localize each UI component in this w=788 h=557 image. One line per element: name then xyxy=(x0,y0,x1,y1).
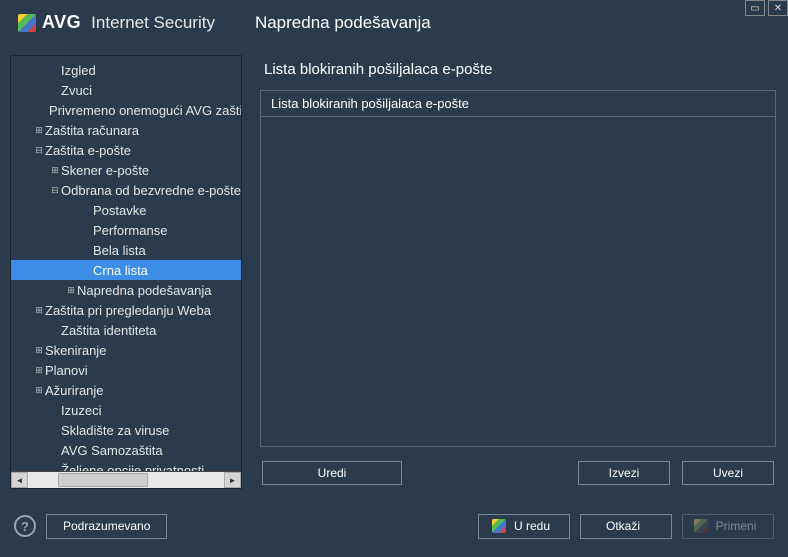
tree-item-label: Željene opcije privatnosti xyxy=(61,463,204,472)
tree-item-label: Zaštita računara xyxy=(45,123,139,138)
avg-shield-icon xyxy=(18,14,36,32)
tree-item-label: Izgled xyxy=(61,63,96,78)
help-icon[interactable]: ? xyxy=(14,515,36,537)
ok-label: U redu xyxy=(514,519,550,533)
minimize-button[interactable]: ▭ xyxy=(745,0,765,16)
tree-item-napredna-sub[interactable]: ⊞Napredna podešavanja xyxy=(11,280,241,300)
tree-item-zastita-identiteta[interactable]: Zaštita identiteta xyxy=(11,320,241,340)
close-button[interactable]: ✕ xyxy=(768,0,788,16)
scroll-left-button[interactable]: ◄ xyxy=(11,472,28,488)
apply-button[interactable]: Primeni xyxy=(682,514,774,539)
tree-item-label: Privremeno onemogući AVG zaštitu xyxy=(49,103,241,118)
tree-item-label: Izuzeci xyxy=(61,403,101,418)
tree-item-label: Planovi xyxy=(45,363,88,378)
scroll-track[interactable] xyxy=(28,472,224,488)
list-column-header: Lista blokiranih pošiljalaca e-pošte xyxy=(261,91,775,117)
tree-item-label: Napredna podešavanja xyxy=(77,283,211,298)
window-controls: ▭ ✕ xyxy=(745,0,788,16)
tree-item-label: Performanse xyxy=(93,223,167,238)
tree-expander-icon[interactable]: ⊟ xyxy=(33,145,45,156)
tree-item-label: Odbrana od bezvredne e-pošte xyxy=(61,183,241,198)
tree-item-label: Zvuci xyxy=(61,83,92,98)
tree-expander-icon[interactable]: ⊞ xyxy=(65,285,77,296)
tree-item-zvuci[interactable]: Zvuci xyxy=(11,80,241,100)
footer: ? Podrazumevano U redu Otkaži Primeni xyxy=(0,499,788,553)
sidebar: Izgled Zvuci Privremeno onemogući AVG zašt… xyxy=(10,55,242,489)
ok-button[interactable]: U redu xyxy=(478,514,570,539)
apply-label: Primeni xyxy=(716,519,757,533)
window-title: Napredna podešavanja xyxy=(255,13,431,33)
tree-expander-icon[interactable]: ⊞ xyxy=(33,345,45,356)
blocked-senders-list[interactable]: Lista blokiranih pošiljalaca e-pošte xyxy=(260,90,776,447)
tree-item-performanse[interactable]: Performanse xyxy=(11,220,241,240)
tree-item-izuzeci[interactable]: Izuzeci xyxy=(11,400,241,420)
tree-expander-icon[interactable]: ⊞ xyxy=(33,125,45,136)
export-button[interactable]: Izvezi xyxy=(578,461,670,485)
cancel-label: Otkaži xyxy=(606,519,640,533)
title-bar: AVG Internet Security Napredna podešavan… xyxy=(0,0,788,45)
app-logo: AVG Internet Security xyxy=(18,12,215,33)
tree-item-label: Bela lista xyxy=(93,243,146,258)
tree-item-privremeno[interactable]: Privremeno onemogući AVG zaštitu xyxy=(11,100,241,120)
tree-item-label: Postavke xyxy=(93,203,146,218)
tree-item-skeniranje[interactable]: ⊞Skeniranje xyxy=(11,340,241,360)
cancel-button[interactable]: Otkaži xyxy=(580,514,672,539)
tree-item-odbrana[interactable]: ⊟Odbrana od bezvredne e-pošte xyxy=(11,180,241,200)
scroll-right-button[interactable]: ► xyxy=(224,472,241,488)
tree-item-skener-eposte[interactable]: ⊞Skener e-pošte xyxy=(11,160,241,180)
tree-item-label: Skener e-pošte xyxy=(61,163,149,178)
tree-item-planovi[interactable]: ⊞Planovi xyxy=(11,360,241,380)
tree-item-label: Crna lista xyxy=(93,263,148,278)
tree-item-zeljene[interactable]: Željene opcije privatnosti xyxy=(11,460,241,471)
tree-item-postavke[interactable]: Postavke xyxy=(11,200,241,220)
tree-expander-icon[interactable]: ⊞ xyxy=(33,365,45,376)
tree-item-crna-lista[interactable]: Crna lista xyxy=(11,260,241,280)
tree-item-zastita-eposte[interactable]: ⊟Zaštita e-pošte xyxy=(11,140,241,160)
tree-item-skladiste[interactable]: Skladište za viruse xyxy=(11,420,241,440)
tree-item-azuriranje[interactable]: ⊞Ažuriranje xyxy=(11,380,241,400)
brand-text: AVG xyxy=(42,12,81,33)
tree-expander-icon[interactable]: ⊞ xyxy=(33,305,45,316)
brand-suffix: Internet Security xyxy=(91,13,215,33)
content-button-row: Uredi Izvezi Uvezi xyxy=(260,461,776,489)
content-panel: Lista blokiranih pošiljalaca e-pošte Lis… xyxy=(260,55,776,489)
defaults-button[interactable]: Podrazumevano xyxy=(46,514,167,539)
shield-icon xyxy=(694,519,708,533)
tree-item-samozastita[interactable]: AVG Samozaštita xyxy=(11,440,241,460)
tree-item-bela-lista[interactable]: Bela lista xyxy=(11,240,241,260)
tree-expander-icon[interactable]: ⊟ xyxy=(49,185,61,196)
tree-expander-icon[interactable]: ⊞ xyxy=(49,165,61,176)
shield-icon xyxy=(492,519,506,533)
edit-button[interactable]: Uredi xyxy=(262,461,402,485)
tree-item-label: Skladište za viruse xyxy=(61,423,169,438)
tree-expander-icon[interactable]: ⊞ xyxy=(33,385,45,396)
tree-item-zastita-web[interactable]: ⊞Zaštita pri pregledanju Weba xyxy=(11,300,241,320)
tree-item-label: Zaštita e-pošte xyxy=(45,143,131,158)
import-button[interactable]: Uvezi xyxy=(682,461,774,485)
tree-item-label: AVG Samozaštita xyxy=(61,443,163,458)
tree-item-label: Zaštita identiteta xyxy=(61,323,156,338)
main-area: Izgled Zvuci Privremeno onemogući AVG zašt… xyxy=(0,45,788,493)
tree-item-label: Ažuriranje xyxy=(45,383,104,398)
tree-item-zastita-racunara[interactable]: ⊞Zaštita računara xyxy=(11,120,241,140)
sidebar-hscrollbar[interactable]: ◄ ► xyxy=(11,471,241,488)
settings-tree[interactable]: Izgled Zvuci Privremeno onemogući AVG zašt… xyxy=(11,56,241,471)
tree-item-izgled[interactable]: Izgled xyxy=(11,60,241,80)
tree-item-label: Skeniranje xyxy=(45,343,106,358)
tree-item-label: Zaštita pri pregledanju Weba xyxy=(45,303,211,318)
content-heading: Lista blokiranih pošiljalaca e-pošte xyxy=(260,55,776,90)
scroll-thumb[interactable] xyxy=(58,473,148,487)
